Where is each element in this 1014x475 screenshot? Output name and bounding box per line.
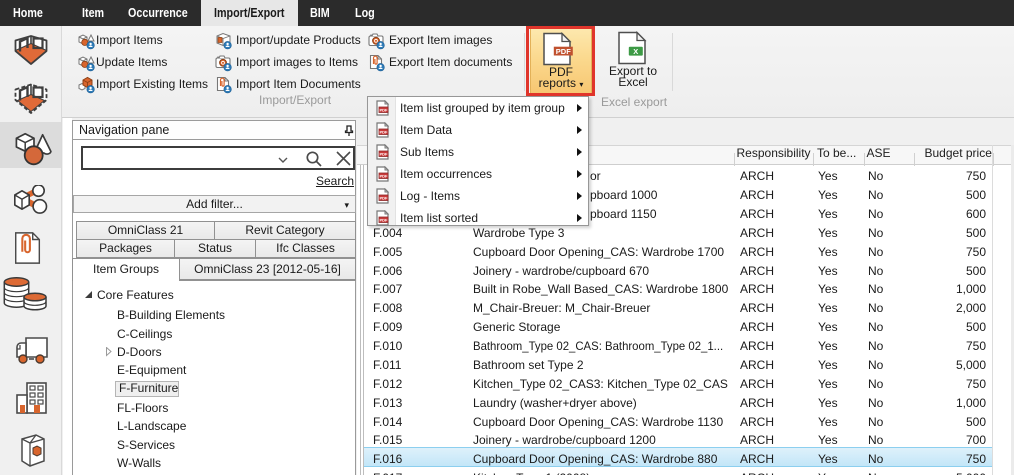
svg-text:PDF: PDF	[380, 129, 389, 134]
svg-text:PDF: PDF	[380, 217, 389, 222]
svg-text:PDF: PDF	[380, 151, 389, 156]
svg-text:PDF: PDF	[380, 108, 389, 113]
svg-text:PDF: PDF	[380, 195, 389, 200]
svg-text:PDF: PDF	[380, 173, 389, 178]
svg-text:X: X	[633, 47, 638, 56]
